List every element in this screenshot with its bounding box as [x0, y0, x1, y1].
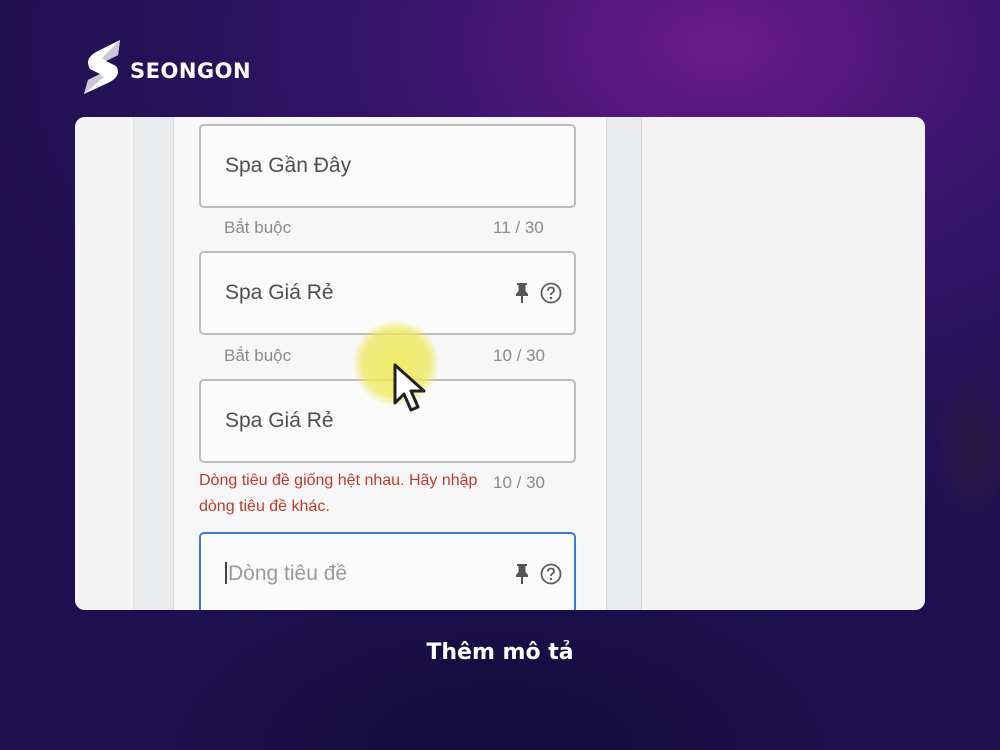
headline-field-1-value: Spa Gần Đây: [225, 154, 352, 177]
brand-name: SEONGON: [130, 59, 252, 83]
slide-caption: Thêm mô tả: [426, 640, 574, 665]
headline-field-3-error: Dòng tiêu đề giống hệt nhau. Hãy nhập dò…: [199, 472, 478, 515]
headline-field-1[interactable]: Spa Gần Đây: [199, 124, 576, 208]
pin-icon[interactable]: [514, 563, 530, 585]
help-icon[interactable]: [540, 282, 562, 304]
headline-field-1-required: Bắt buộc: [224, 218, 292, 237]
headline-field-3-counter: 10 / 30: [493, 473, 545, 492]
headline-field-4[interactable]: Dòng tiêu đề: [199, 532, 576, 610]
headline-field-4-input[interactable]: Dòng tiêu đề: [225, 562, 347, 586]
help-icon[interactable]: [540, 563, 562, 585]
preview-panel: [641, 117, 925, 610]
screenshot-card: Spa Gần Đây Bắt buộc 11 / 30 Spa Giá Rẻ …: [75, 117, 925, 610]
headline-field-2-actions: [514, 282, 562, 304]
headline-field-2-required: Bắt buộc: [224, 346, 292, 365]
headline-field-4-placeholder: Dòng tiêu đề: [228, 562, 348, 585]
brand-logo: SEONGON: [80, 38, 251, 96]
headline-field-2-counter: 10 / 30: [493, 346, 545, 365]
text-caret: [225, 562, 227, 584]
pin-icon[interactable]: [514, 282, 530, 304]
headline-field-4-actions: [514, 563, 562, 585]
headline-field-3-value: Spa Giá Rẻ: [225, 409, 334, 432]
seongon-s-logo-icon: [84, 40, 120, 94]
mouse-pointer-icon: [393, 363, 426, 412]
headline-field-1-counter: 11 / 30: [493, 218, 544, 237]
left-gutter: [75, 117, 134, 610]
headline-field-2-value: Spa Giá Rẻ: [225, 281, 334, 304]
